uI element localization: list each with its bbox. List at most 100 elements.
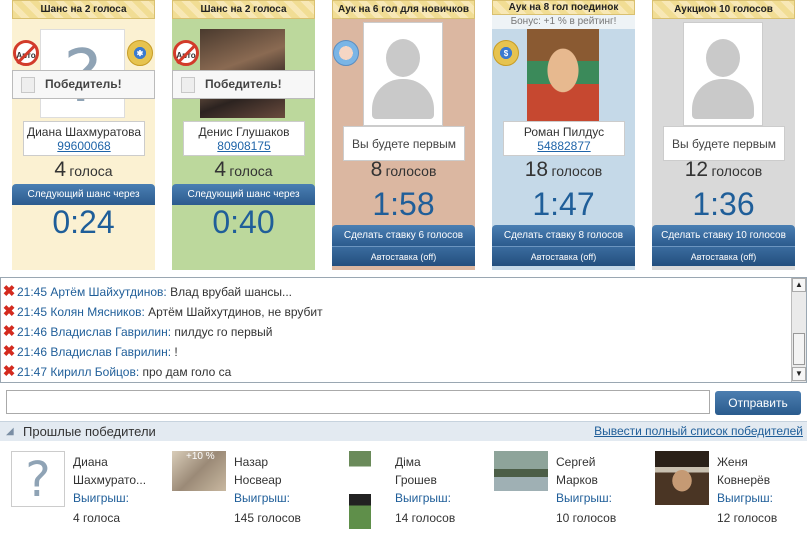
delete-icon[interactable]: ✖ [1,282,17,302]
winner-banner: Победитель! [12,70,155,99]
win-label: Выигрыш: [395,491,451,505]
chat-input[interactable] [6,390,710,414]
question-mark-icon: ? [25,452,51,507]
winner-first-name[interactable]: Назар [234,453,282,471]
auction-card-2: Шанс на 2 голоса Авто Победитель! Денис … [172,0,315,270]
document-icon [181,77,195,93]
user-silhouette-icon [706,39,740,77]
document-icon [21,77,35,93]
chat-scrollbar[interactable]: ▲ ▼ [791,278,806,382]
auction-title: Шанс на 2 голоса [172,0,315,19]
auction-title: Аук на 8 гол поединок [492,0,635,15]
bid-button[interactable]: Сделать ставку 6 голосов [332,225,475,246]
auction-title: Шанс на 2 голоса [12,0,155,19]
chat-user-link[interactable]: Колян Мясников: [50,305,144,319]
winner-first-name[interactable]: Діма [395,453,437,471]
winner-last-name[interactable]: Ковнерёв [717,471,770,489]
chat-message: ✖ 21:47 Кирилл Бойцов: про дам голо са [1,362,232,382]
vote-count: 8 голосов [370,158,437,181]
winner-last-name[interactable]: Носвеар [234,471,282,489]
winner-first-name[interactable]: Сергей [556,453,598,471]
scroll-down-icon[interactable]: ▼ [792,367,806,381]
winner-info: Диана Шахмуратова 99600068 [23,121,145,156]
scroll-thumb[interactable] [793,333,805,365]
past-winner-2: +10 % Назар Носвеар Выигрыш: 145 голосов [172,447,332,537]
winner-avatar[interactable]: +10 % [172,451,226,491]
auction-card-1: Шанс на 2 голоса ? Авто ✱ Победитель! Ди… [12,0,155,270]
autobid-button[interactable]: Автоставка (off) [492,246,635,266]
arrow-down-right-icon: ◢ [6,426,14,437]
winner-last-name[interactable]: Грошев [395,471,437,489]
winner-avatar[interactable] [655,451,709,505]
no-auto-icon: Авто [13,40,39,66]
winner-first-name[interactable]: Женя [717,453,770,471]
chat-user-link[interactable]: Кирилл Бойцов: [50,365,139,379]
countdown-timer: 0:24 [52,204,115,240]
autobid-button[interactable]: Автоставка (off) [652,246,795,266]
auction-title: Аук на 6 гол для новичков [332,0,475,19]
winner-avatar[interactable] [349,451,371,529]
winner-info: Денис Глушаков 80908175 [183,121,305,156]
no-auto-icon: Авто [173,40,199,66]
send-button[interactable]: Отправить [715,391,801,415]
scroll-up-icon[interactable]: ▲ [792,278,806,292]
win-amount: 145 голосов [234,511,301,525]
winner-last-name[interactable]: Марков [556,471,598,489]
countdown-timer: 1:36 [692,186,755,222]
chat-message: ✖ 21:45 Колян Мясников: Артём Шайхутдинов… [1,302,323,322]
auction-card-5: Аукцион 10 голосов Вы будете первым 12 г… [652,0,795,270]
winner-id-link[interactable]: 99600068 [24,139,144,153]
auction-title: Аукцион 10 голосов [652,0,795,19]
coin-badge-icon: $ [493,40,519,66]
vote-count: 12 голосов [684,158,763,181]
chat-message: ✖ 21:46 Владислав Гаврилин: пилдус го пер… [1,322,273,342]
countdown-timer: 1:47 [532,186,595,222]
delete-icon[interactable]: ✖ [1,322,17,342]
be-first-label: Вы будете первым [352,137,456,151]
past-winner-1: ? Диана Шахмурато... Выигрыш: 4 голоса [11,447,171,537]
bid-button[interactable]: Сделать ставку 8 голосов [492,225,635,246]
empty-avatar [363,22,443,126]
auction-card-3: Аук на 6 гол для новичков Вы будете перв… [332,0,475,270]
chat-log[interactable]: ✖ 21:45 Артём Шайхутдинов: Влад врубай ша… [0,277,807,383]
be-first-label: Вы будете первым [672,137,776,151]
vote-count: 4 голоса [54,158,113,181]
win-amount: 12 голосов [717,511,778,525]
win-label: Выигрыш: [556,491,612,505]
full-winners-list-link[interactable]: Вывести полный список победителей [594,424,803,438]
empty-avatar [683,22,763,126]
auction-card-4: Аук на 8 гол поединок Бонус: +1 % в рейт… [492,0,635,270]
win-amount: 10 голосов [556,511,617,525]
win-label: Выигрыш: [73,491,129,505]
user-silhouette-icon [386,39,420,77]
win-amount: 14 голосов [395,511,456,525]
vote-count: 18 голосов [524,158,603,181]
delete-icon[interactable]: ✖ [1,342,17,362]
winner-name: Денис Глушаков [198,125,290,139]
first-bid-box: Вы будете первым [663,126,785,161]
winner-avatar[interactable] [494,451,548,491]
next-chance-label: Следующий шанс через [172,184,315,205]
winner-name: Диана Шахмуратова [26,125,142,139]
countdown-timer: 1:58 [372,186,435,222]
winner-last-name[interactable]: Шахмурато... [73,471,146,489]
leader-name: Роман Пилдус [523,125,605,139]
bid-button[interactable]: Сделать ставку 10 голосов [652,225,795,246]
delete-icon[interactable]: ✖ [1,302,17,322]
bonus-label: Бонус: +1 % в рейтинг! [492,15,635,29]
winner-id-link[interactable]: 80908175 [184,139,304,153]
winner-label: Победитель! [45,77,122,91]
first-bid-box: Вы будете первым [343,126,465,161]
win-label: Выигрыш: [234,491,290,505]
chat-user-link[interactable]: Артём Шайхутдинов: [50,285,166,299]
vote-count: 4 голоса [214,158,273,181]
chat-user-link[interactable]: Владислав Гаврилин: [50,345,171,359]
delete-icon[interactable]: ✖ [1,362,17,382]
winner-first-name[interactable]: Диана [73,453,146,471]
leader-id-link[interactable]: 54882877 [504,139,624,153]
chat-user-link[interactable]: Владислав Гаврилин: [50,325,171,339]
autobid-button[interactable]: Автоставка (off) [332,246,475,266]
winner-avatar[interactable]: ? [11,451,65,507]
past-winner-3: Діма Грошев Выигрыш: 14 голосов [349,447,509,537]
past-winners-header: ◢ Прошлые победители Вывести полный спис… [0,421,807,441]
